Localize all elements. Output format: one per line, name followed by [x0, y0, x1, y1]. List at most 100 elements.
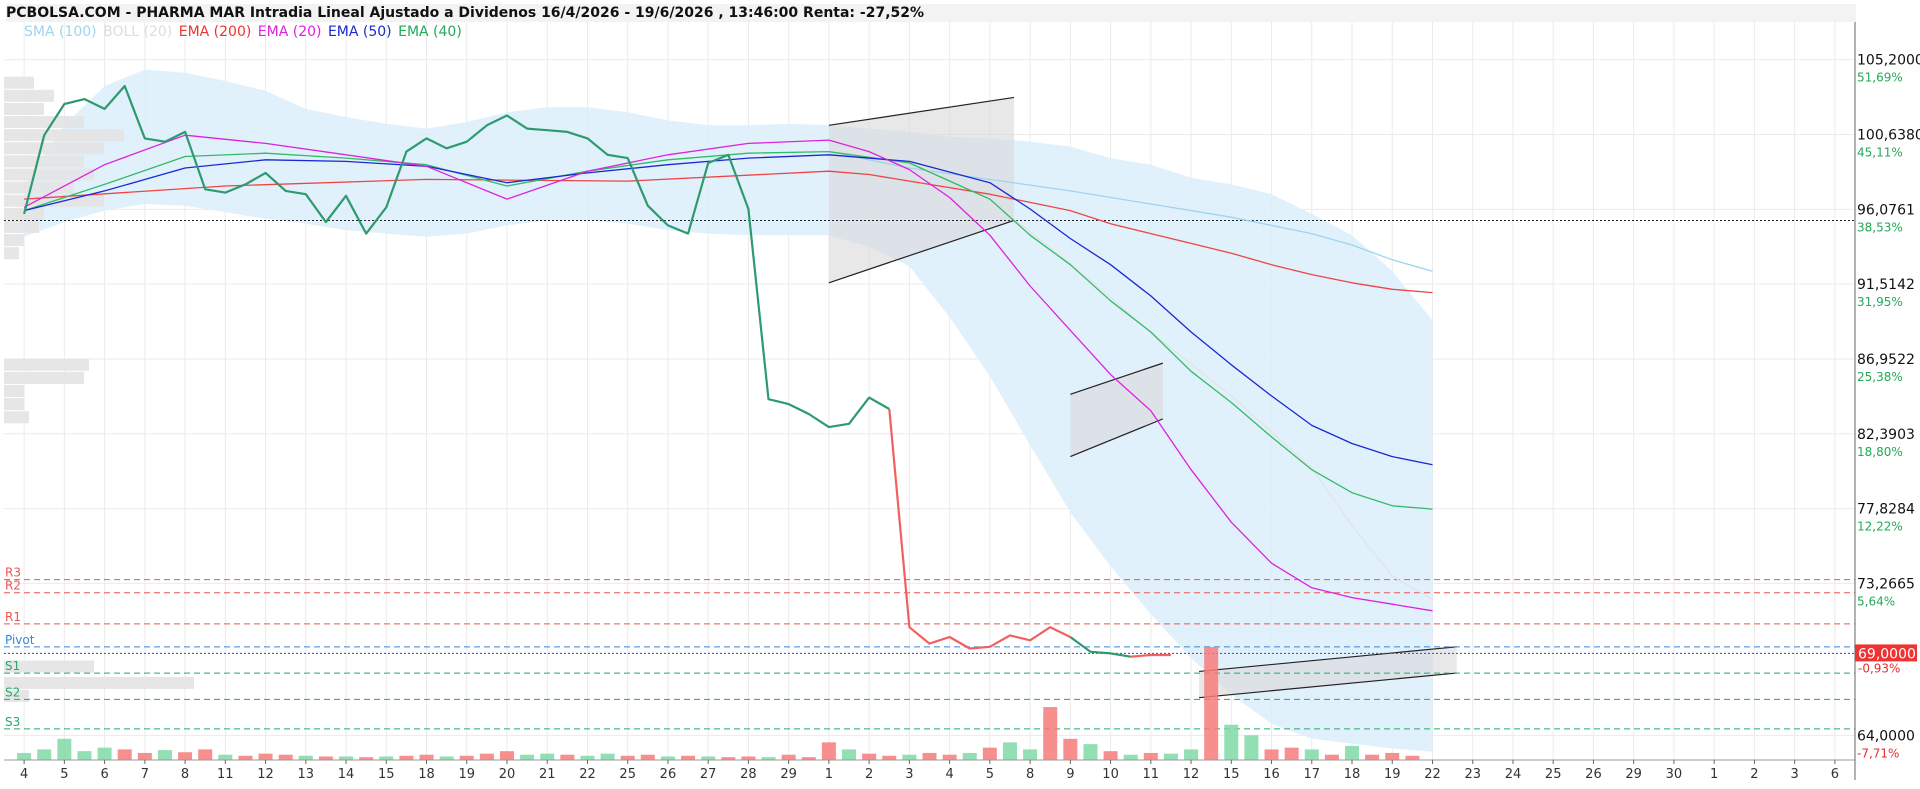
volume-bar [922, 752, 937, 760]
volume-bar [1103, 751, 1118, 760]
x-tick-label: 9 [1066, 767, 1074, 782]
volume-bar [580, 755, 595, 760]
volume-bar [741, 756, 756, 760]
legend-item-boll20[interactable]: BOLL (20) [103, 24, 172, 40]
x-tick-label: 15 [378, 767, 395, 782]
x-tick-label: 23 [1464, 767, 1481, 782]
x-tick-label: 12 [1183, 767, 1200, 782]
volume-bar [982, 747, 997, 760]
y-tick-pct: 12,22% [1857, 520, 1903, 534]
volume-bar [1043, 707, 1058, 760]
y-tick-label: 82,3903 [1857, 427, 1915, 443]
volume-profile-bar [4, 155, 84, 168]
volume-bar [962, 752, 977, 760]
volume-bar [1345, 745, 1360, 760]
volume-bar [640, 754, 655, 760]
y-tick-pct: 5,64% [1857, 594, 1895, 608]
volume-bar [459, 755, 474, 760]
volume-bar [77, 751, 92, 760]
x-tick-label: 26 [660, 767, 677, 782]
volume-bar [238, 755, 253, 760]
x-tick-label: 17 [1303, 767, 1320, 782]
y-tick-pct: 18,80% [1857, 445, 1903, 459]
price-chart[interactable]: R3R2R1PivotS1S2S34 5 6 7 8 11 12 13 14 15 18 19 20 21… [0, 0, 1920, 789]
volume-bar [178, 752, 193, 760]
pivot-label-r3: R3 [5, 566, 21, 580]
volume-bar [298, 755, 313, 760]
last-price-label: 69,0000 [1858, 646, 1916, 662]
volume-profile-bar [4, 385, 24, 397]
volume-profile-bar [4, 234, 24, 247]
x-tick-label: 8 [1026, 767, 1034, 782]
volume-bar [600, 753, 615, 760]
volume-profile-bar [4, 89, 54, 102]
pivot-label-s2: S2 [5, 685, 20, 699]
last-price-pct: -0,93% [1858, 661, 1900, 675]
volume-bar [902, 754, 917, 760]
volume-bar [17, 752, 32, 760]
volume-profile-bar [4, 142, 104, 155]
legend-item-ema20[interactable]: EMA (20) [258, 24, 322, 40]
volume-bar [1284, 747, 1299, 760]
y-tick-label: 96,0761 [1857, 202, 1915, 218]
x-tick-label: 13 [298, 767, 315, 782]
y-tick-pct: 25,38% [1857, 370, 1903, 384]
volume-profile-bar [4, 129, 124, 142]
pivot-label-s3: S3 [5, 715, 20, 729]
y-tick-pct: 51,69% [1857, 71, 1903, 85]
volume-profile-bar [4, 676, 194, 689]
y-tick-pct: 31,95% [1857, 295, 1903, 309]
x-tick-label: 2 [865, 767, 873, 782]
x-tick-label: 19 [1384, 767, 1401, 782]
volume-profile-bar [4, 358, 89, 371]
volume-profile-bar [4, 371, 84, 384]
x-tick-label: 1 [825, 767, 833, 782]
x-tick-label: 20 [499, 767, 516, 782]
x-tick-label: 6 [100, 767, 108, 782]
volume-bar [339, 756, 354, 760]
x-tick-label: 29 [1625, 767, 1642, 782]
volume-profile-bar [4, 411, 29, 424]
y-tick-pct: 45,11% [1857, 146, 1903, 160]
y-tick-label: 73,2665 [1857, 576, 1915, 592]
volume-bar [218, 754, 233, 760]
volume-bar [1143, 752, 1158, 760]
volume-profile-bar [4, 221, 39, 233]
legend: SMA (100) BOLL (20) EMA (200) EMA (20) E… [24, 24, 464, 40]
x-tick-label: 1 [1710, 767, 1718, 782]
y-tick-label: 64,0000 [1857, 728, 1915, 744]
legend-item-ema200[interactable]: EMA (200) [179, 24, 252, 40]
volume-bar [1324, 754, 1339, 760]
x-tick-label: 4 [945, 767, 953, 782]
volume-bar [1204, 647, 1219, 760]
y-tick-label: 91,5142 [1857, 277, 1915, 293]
volume-profile-bar [4, 116, 84, 129]
volume-profile-bar [4, 168, 94, 181]
x-tick-label: 30 [1666, 767, 1683, 782]
volume-bar [1184, 749, 1199, 760]
volume-bar [1264, 749, 1279, 760]
volume-profile-bar [4, 247, 19, 260]
pivot-label-s1: S1 [5, 659, 20, 673]
volume-bar [1123, 754, 1138, 760]
x-tick-label: 22 [579, 767, 596, 782]
volume-bar [1244, 735, 1259, 760]
volume-bar [1083, 744, 1098, 760]
volume-bar [198, 749, 213, 760]
volume-bar [318, 756, 333, 760]
x-tick-label: 15 [1223, 767, 1240, 782]
volume-bar [1063, 738, 1078, 760]
x-tick-label: 6 [1831, 767, 1839, 782]
volume-bar [399, 755, 414, 760]
x-tick-label: 2 [1750, 767, 1758, 782]
volume-bar [1304, 749, 1319, 760]
x-tick-label: 11 [1143, 767, 1160, 782]
x-tick-label: 3 [1791, 767, 1799, 782]
volume-bar [620, 755, 635, 760]
legend-item-ema50[interactable]: EMA (50) [328, 24, 392, 40]
legend-item-sma100[interactable]: SMA (100) [24, 24, 97, 40]
legend-item-ema40[interactable]: EMA (40) [398, 24, 462, 40]
x-tick-label: 19 [458, 767, 475, 782]
volume-bar [97, 747, 112, 760]
x-tick-label: 24 [1505, 767, 1522, 782]
